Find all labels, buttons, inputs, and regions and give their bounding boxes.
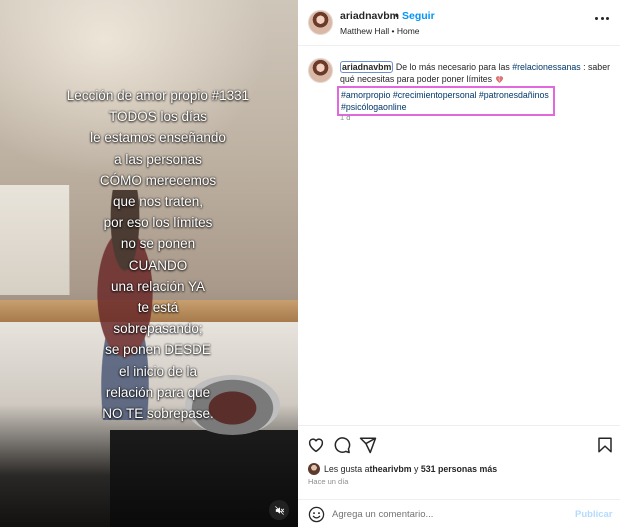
overlay-line: a las personas — [114, 151, 202, 167]
avatar[interactable] — [308, 58, 333, 83]
likes-prefix: Les gusta a — [324, 464, 370, 474]
caption-text: ariadnavbm De lo más necesario para las … — [337, 61, 612, 116]
overlay-line: le estamos enseñando — [90, 130, 226, 146]
avatar[interactable] — [308, 463, 320, 475]
heart-outline-icon[interactable] — [307, 436, 325, 454]
overlay-line: TODOS los días — [108, 109, 208, 125]
likes-count[interactable]: 531 personas más — [421, 464, 497, 474]
post-media[interactable]: Lección de amor propio #1331 TODOS los d… — [0, 0, 298, 527]
hashtag-link[interactable]: #psicólogaonline — [341, 102, 407, 112]
avatar[interactable] — [308, 10, 333, 35]
post-panel: ariadnavbm • Seguir Matthew Hall • Home … — [298, 0, 620, 527]
comment-bar: Publicar — [298, 499, 620, 527]
speaker-muted-icon — [274, 505, 284, 515]
overlay-line: NO TE sobrepase. — [102, 406, 214, 422]
publish-button[interactable]: Publicar — [575, 509, 613, 520]
video-overlay-text: Lección de amor propio #1331 TODOS los d… — [58, 85, 258, 424]
emoji-smiley-icon[interactable] — [308, 506, 325, 523]
overlay-line: sobrepasando; — [113, 321, 203, 337]
actions-section: Les gusta a thearivbm y 531 personas más… — [298, 425, 620, 527]
caption-timestamp: 1 d — [340, 113, 351, 122]
comment-icon[interactable] — [333, 436, 351, 454]
overlay-line: Lección de amor propio #1331 — [66, 88, 250, 103]
overlay-line: se ponen DESDE — [105, 342, 211, 358]
overlay-line: el inicio de la — [118, 363, 198, 379]
likes-connector: y — [411, 464, 421, 474]
highlighted-hashtags: #amorpropio #crecimientopersonal #patron… — [337, 86, 555, 116]
author-username[interactable]: ariadnavbm — [340, 10, 399, 22]
location-link[interactable]: Matthew Hall • Home — [340, 26, 420, 36]
post-header: ariadnavbm • Seguir Matthew Hall • Home — [298, 0, 620, 46]
overlay-line: que nos traten, — [112, 194, 204, 210]
separator-dot: • — [395, 10, 399, 22]
caption-username[interactable]: ariadnavbm — [340, 61, 394, 73]
follow-button[interactable]: Seguir — [402, 10, 435, 22]
hashtag-link[interactable]: #relacionessanas — [512, 62, 580, 72]
more-options-icon[interactable] — [595, 17, 609, 23]
overlay-line: no se ponen — [120, 236, 196, 252]
hashtag-link[interactable]: #amorpropio #crecimientopersonal #patron… — [341, 90, 549, 100]
bookmark-icon[interactable] — [596, 436, 614, 454]
overlay-line: CUANDO — [128, 257, 188, 273]
share-icon[interactable] — [359, 436, 377, 454]
mute-button[interactable] — [269, 500, 289, 520]
overlay-line: CÓMO merecemos — [99, 172, 217, 188]
overlay-line: una relación YA — [110, 278, 206, 294]
caption-body: De lo más necesario para las — [393, 62, 513, 72]
post-time-ago: Hace un día — [308, 477, 349, 486]
liker-username[interactable]: thearivbm — [369, 464, 411, 474]
likes-summary: Les gusta a thearivbm y 531 personas más — [308, 463, 497, 475]
overlay-line: relación para que — [105, 384, 211, 400]
overlay-line: por eso los límites — [103, 215, 213, 231]
overlay-line: te está — [137, 300, 179, 316]
heart-emoji-icon — [495, 76, 503, 83]
comment-input[interactable] — [332, 504, 562, 524]
